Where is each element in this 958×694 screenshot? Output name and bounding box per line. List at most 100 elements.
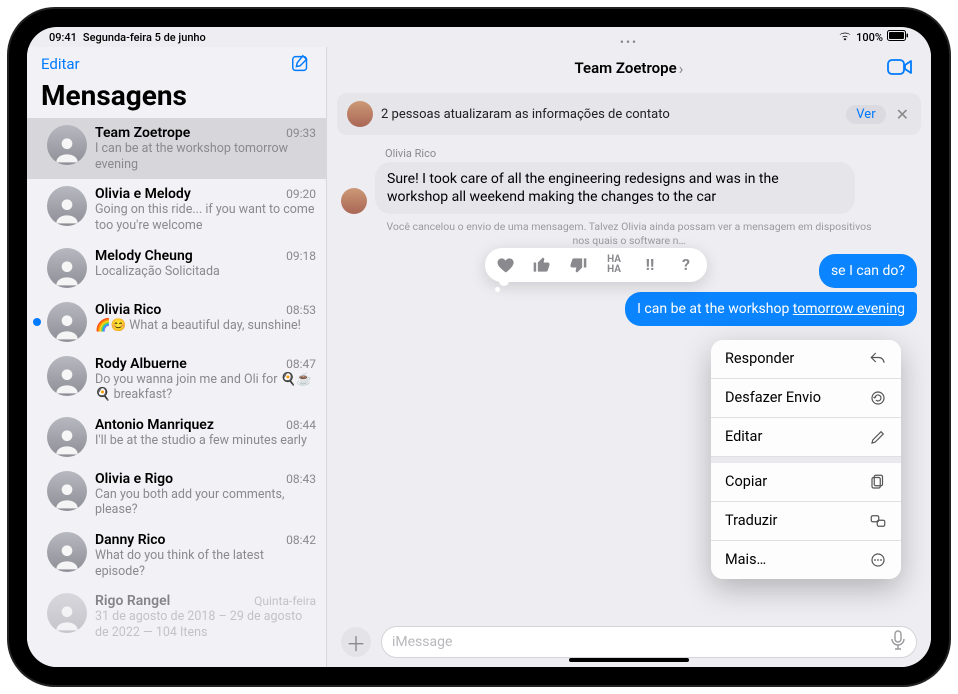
context-menu-item[interactable]: Copiar xyxy=(711,457,901,502)
wifi-icon xyxy=(838,31,852,44)
context-menu-item[interactable]: Responder xyxy=(711,340,901,379)
tapback-haha-icon[interactable]: HAHA xyxy=(603,254,625,276)
reply-icon xyxy=(869,350,887,368)
incoming-message: Olivia Rico Sure! I took care of all the… xyxy=(341,147,917,214)
avatar xyxy=(47,593,87,633)
conversation-time: Quinta-feira xyxy=(254,594,316,608)
message-bubble[interactable]: Sure! I took care of all the engineering… xyxy=(375,162,855,214)
sidebar-title: Mensagens xyxy=(27,77,326,118)
conversation-name: Team Zoetrope xyxy=(95,125,190,141)
context-menu-label: Responder xyxy=(725,350,794,367)
conversation-preview: Going on this ride... if you want to com… xyxy=(95,202,316,233)
conversation-item[interactable]: Olivia Rico 08:53 🌈😊 What a beautiful da… xyxy=(27,295,326,349)
context-menu-item[interactable]: Traduzir xyxy=(711,502,901,541)
conversation-preview: 🌈😊 What a beautiful day, sunshine! xyxy=(95,318,316,334)
avatar xyxy=(341,188,367,214)
chat-title: Team Zoetrope xyxy=(575,59,677,77)
conversation-item[interactable]: Danny Rico 08:42 What do you think of th… xyxy=(27,525,326,586)
unread-dot-icon xyxy=(33,206,41,214)
context-menu-item[interactable]: Mais… xyxy=(711,541,901,579)
message-text: I can be at the workshop xyxy=(637,301,793,317)
battery-icon xyxy=(887,30,909,44)
conversation-time: 09:33 xyxy=(286,126,316,140)
facetime-button[interactable] xyxy=(887,57,913,77)
conversation-item[interactable]: Olivia e Rigo 08:43 Can you both add you… xyxy=(27,464,326,525)
conversation-time: 08:44 xyxy=(286,418,316,432)
sidebar: Editar Mensagens Team Zoetrope 09:33 I c… xyxy=(27,47,327,667)
tapback-thumbs-up-icon[interactable] xyxy=(531,254,553,276)
context-menu-label: Editar xyxy=(725,428,762,445)
conversation-preview: Can you both add your comments, please? xyxy=(95,487,316,518)
avatar xyxy=(47,248,87,288)
conversation-preview: Localização Solicitada xyxy=(95,264,316,280)
edit-button[interactable]: Editar xyxy=(41,55,80,73)
outgoing-message-bubble[interactable]: se I can do? xyxy=(819,254,917,288)
avatar xyxy=(47,186,87,226)
undo-icon xyxy=(869,389,887,407)
message-input-wrap[interactable] xyxy=(381,626,917,658)
attach-button[interactable]: ＋ xyxy=(341,627,371,657)
conversation-time: 08:53 xyxy=(286,303,316,317)
status-time: 09:41 xyxy=(49,31,77,44)
conversation-name: Olivia Rico xyxy=(95,302,161,318)
context-menu-label: Mais… xyxy=(725,551,766,568)
conversation-name: Rody Albuerne xyxy=(95,356,187,372)
pencil-icon xyxy=(869,428,887,446)
conversation-preview: Do you wanna join me and Oli for 🍳☕🍳 bre… xyxy=(95,372,316,403)
tapback-question-icon[interactable]: ? xyxy=(675,254,697,276)
conversation-name: Olivia e Rigo xyxy=(95,471,173,487)
conversation-item[interactable]: Rigo Rangel Quinta-feira 31 de agosto de… xyxy=(27,586,326,647)
status-date: Segunda-feira 5 de junho xyxy=(83,31,206,44)
conversation-preview: What do you think of the latest episode? xyxy=(95,548,316,579)
ipad-frame: 09:41 Segunda-feira 5 de junho 100% Edit… xyxy=(9,9,949,685)
dictation-button[interactable] xyxy=(890,630,906,654)
unread-dot-icon xyxy=(33,552,41,560)
banner-close-button[interactable]: ✕ xyxy=(894,105,911,124)
unread-dot-icon xyxy=(33,375,41,383)
outgoing-message-bubble-selected[interactable]: I can be at the workshop tomorrow evenin… xyxy=(625,292,917,326)
avatar xyxy=(47,125,87,165)
message-text: se I can do? xyxy=(831,263,905,279)
conversation-preview: 31 de agosto de 2018 – 29 de agosto de 2… xyxy=(95,609,316,640)
unread-dot-icon xyxy=(33,145,41,153)
unread-dot-icon xyxy=(33,318,41,326)
conversation-item[interactable]: Rody Albuerne 08:47 Do you wanna join me… xyxy=(27,349,326,410)
contact-update-banner: 2 pessoas atualizaram as informações de … xyxy=(337,93,921,135)
status-bar: 09:41 Segunda-feira 5 de junho 100% xyxy=(27,27,931,47)
context-menu-item[interactable]: Editar xyxy=(711,418,901,457)
tapback-exclaim-icon[interactable]: !! xyxy=(639,254,661,276)
avatar xyxy=(47,417,87,457)
tapback-heart-icon[interactable] xyxy=(495,254,517,276)
more-icon xyxy=(869,551,887,569)
conversation-name: Olivia e Melody xyxy=(95,186,191,202)
compose-button[interactable] xyxy=(290,53,312,75)
tapback-picker: HAHA !! ? xyxy=(485,248,707,282)
message-context-menu: Responder Desfazer Envio Editar Copiar T… xyxy=(711,340,901,579)
system-note: Você cancelou o envio de uma mensagem. T… xyxy=(381,220,877,247)
battery-label: 100% xyxy=(856,31,883,44)
translate-icon xyxy=(869,512,887,530)
message-thread: Olivia Rico Sure! I took care of all the… xyxy=(327,143,931,623)
conversation-item[interactable]: Team Zoetrope 09:33 I can be at the work… xyxy=(27,118,326,179)
conversation-name: Melody Cheung xyxy=(95,248,193,264)
conversation-item[interactable]: Olivia e Melody 09:20 Going on this ride… xyxy=(27,179,326,240)
conversation-time: 09:18 xyxy=(286,249,316,263)
tapback-thumbs-down-icon[interactable] xyxy=(567,254,589,276)
conversation-item[interactable]: Melody Cheung 09:18 Localização Solicita… xyxy=(27,241,326,295)
message-input[interactable] xyxy=(392,634,890,650)
conversation-time: 08:42 xyxy=(286,533,316,547)
home-indicator[interactable] xyxy=(569,658,689,662)
avatar xyxy=(347,101,373,127)
chat-header[interactable]: Team Zoetrope › xyxy=(327,47,931,89)
avatar xyxy=(47,532,87,572)
conversation-time: 09:20 xyxy=(286,187,316,201)
context-menu-item[interactable]: Desfazer Envio xyxy=(711,379,901,418)
message-text-underlined: tomorrow evening xyxy=(793,301,905,317)
conversation-name: Danny Rico xyxy=(95,532,165,548)
banner-text: 2 pessoas atualizaram as informações de … xyxy=(381,107,838,122)
conversation-item[interactable]: Antonio Manriquez 08:44 I'll be at the s… xyxy=(27,410,326,464)
unread-dot-icon xyxy=(33,264,41,272)
conversation-name: Rigo Rangel xyxy=(95,593,170,609)
conversation-preview: I'll be at the studio a few minutes earl… xyxy=(95,433,316,449)
banner-view-button[interactable]: Ver xyxy=(846,105,885,124)
